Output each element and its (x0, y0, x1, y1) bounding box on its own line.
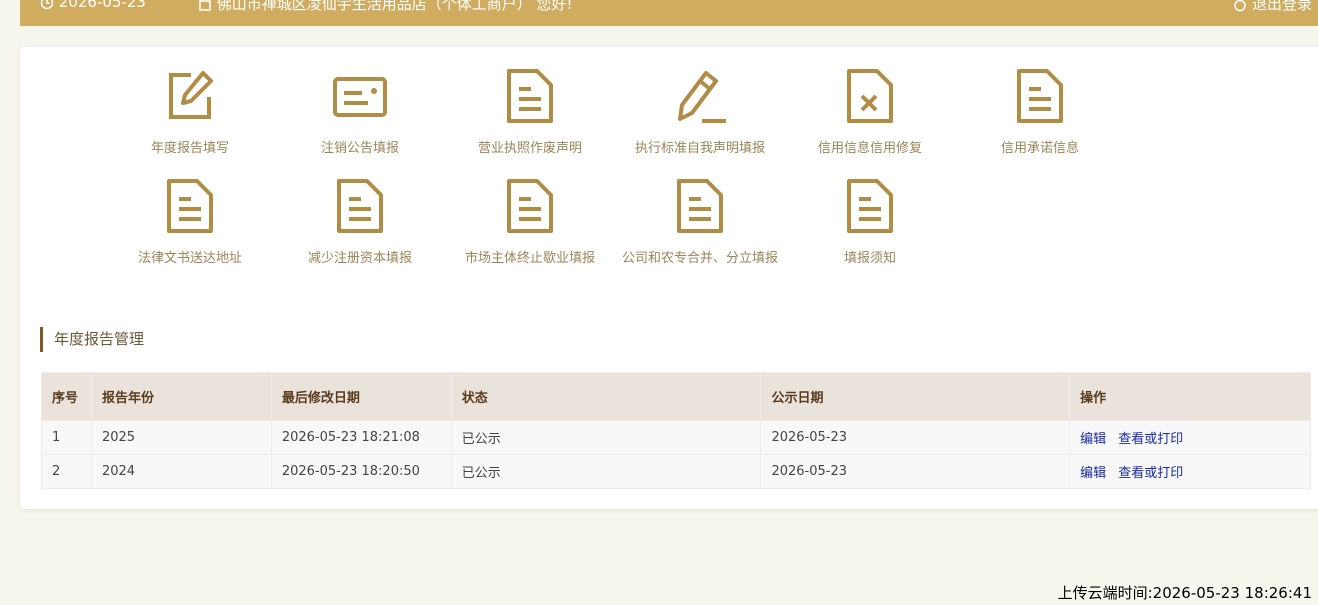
cell-no: 1 (41, 420, 92, 455)
cell-year: 2024 (90, 454, 272, 489)
document-icon (337, 179, 383, 233)
pencil-square-icon (169, 71, 213, 119)
cell-status: 已公示 (450, 454, 762, 489)
tile-label: 信用信息信用修复 (817, 141, 922, 156)
store-icon (199, 0, 211, 11)
view-print-link[interactable]: 查看或打印 (1118, 466, 1183, 481)
document-icon (507, 179, 553, 233)
cell-status: 已公示 (450, 420, 762, 455)
cell-pub-date: 2026-05-23 (760, 454, 1071, 489)
col-header-no: 序号 (41, 372, 92, 421)
tile-label: 信用承诺信息 (1000, 141, 1079, 156)
tile-label: 减少注册资本填报 (307, 251, 412, 266)
cell-pub-date: 2026-05-23 (760, 420, 1071, 455)
greeting-text: 佛山市禅城区凌仙宇生活用品店（个体工商户） 您好! (216, 0, 573, 13)
table-row: 1 2025 2026-05-23 18:21:08 已公示 2026-05-2… (41, 420, 1311, 455)
document-icon (167, 179, 213, 233)
tile-label: 法律文书送达地址 (137, 251, 242, 266)
table-row: 2 2024 2026-05-23 18:20:50 已公示 2026-05-2… (41, 454, 1311, 489)
edit-link[interactable]: 编辑 (1080, 432, 1106, 447)
logout-button[interactable]: 退出登录 (1233, 0, 1312, 14)
tile-annual-report[interactable]: 年度报告填写 (105, 69, 275, 169)
tile-label: 市场主体终止歇业填报 (464, 251, 595, 266)
tile-label: 执行标准自我声明填报 (634, 141, 765, 156)
tile-capital-reduction[interactable]: 减少注册资本填报 (275, 179, 445, 279)
col-header-actions: 操作 (1069, 372, 1311, 421)
tile-cancel-announcement[interactable]: 注销公告填报 (275, 69, 445, 169)
power-icon (1234, 0, 1246, 11)
edit-link[interactable]: 编辑 (1080, 466, 1106, 481)
tile-label: 年度报告填写 (150, 141, 229, 156)
cell-no: 2 (41, 454, 92, 489)
col-header-modified: 最后修改日期 (270, 372, 452, 421)
clock-icon (40, 0, 54, 9)
annual-report-table: 序号 报告年份 最后修改日期 状态 公示日期 操作 1 2025 2026-05… (41, 372, 1311, 489)
document-icon (847, 179, 893, 233)
view-print-link[interactable]: 查看或打印 (1118, 432, 1183, 447)
col-header-pub-date: 公示日期 (760, 372, 1071, 421)
tile-label: 注销公告填报 (320, 141, 399, 156)
tile-merger-split[interactable]: 公司和农专合并、分立填报 (615, 179, 785, 279)
tile-label: 填报须知 (843, 251, 896, 266)
col-header-status: 状态 (450, 372, 762, 421)
cell-actions: 编辑 查看或打印 (1069, 454, 1311, 489)
header-date-text: 2026-05-23 (58, 0, 146, 11)
document-icon (1017, 69, 1063, 123)
tile-filing-notice[interactable]: 填报须知 (785, 179, 955, 279)
tile-credit-commitment[interactable]: 信用承诺信息 (955, 69, 1125, 169)
tile-license-void[interactable]: 营业执照作废声明 (445, 69, 615, 169)
top-bar: 2026-05-23 佛山市禅城区凌仙宇生活用品店（个体工商户） 您好! 退出登… (20, 0, 1318, 26)
table-header-row: 序号 报告年份 最后修改日期 状态 公示日期 操作 (41, 372, 1311, 421)
document-icon (677, 179, 723, 233)
cell-modified: 2026-05-23 18:21:08 (270, 420, 452, 455)
header-date: 2026-05-23 (40, 0, 146, 11)
cell-modified: 2026-05-23 18:20:50 (270, 454, 452, 489)
main-card: 年度报告填写 注销公告填报 营业执照作废声明 执行标准自我声明填报 信用信息信用… (20, 47, 1318, 509)
document-icon (507, 69, 553, 123)
tile-credit-repair[interactable]: 信用信息信用修复 (785, 69, 955, 169)
tile-standard-declaration[interactable]: 执行标准自我声明填报 (615, 69, 785, 169)
logout-label: 退出登录 (1251, 0, 1312, 13)
document-x-icon (847, 69, 893, 123)
greeting: 佛山市禅城区凌仙宇生活用品店（个体工商户） 您好! (198, 0, 573, 14)
id-card-icon (333, 77, 387, 117)
upload-time: 上传云端时间:2026-05-23 18:26:41 (1057, 584, 1312, 602)
section-title: 年度报告管理 (40, 327, 144, 352)
tile-business-termination[interactable]: 市场主体终止歇业填报 (445, 179, 615, 279)
cell-year: 2025 (90, 420, 272, 455)
tile-label: 公司和农专合并、分立填报 (621, 251, 778, 266)
tile-legal-address[interactable]: 法律文书送达地址 (105, 179, 275, 279)
pen-icon (678, 71, 726, 123)
tile-label: 营业执照作废声明 (477, 141, 582, 156)
col-header-year: 报告年份 (90, 372, 272, 421)
cell-actions: 编辑 查看或打印 (1069, 420, 1311, 455)
